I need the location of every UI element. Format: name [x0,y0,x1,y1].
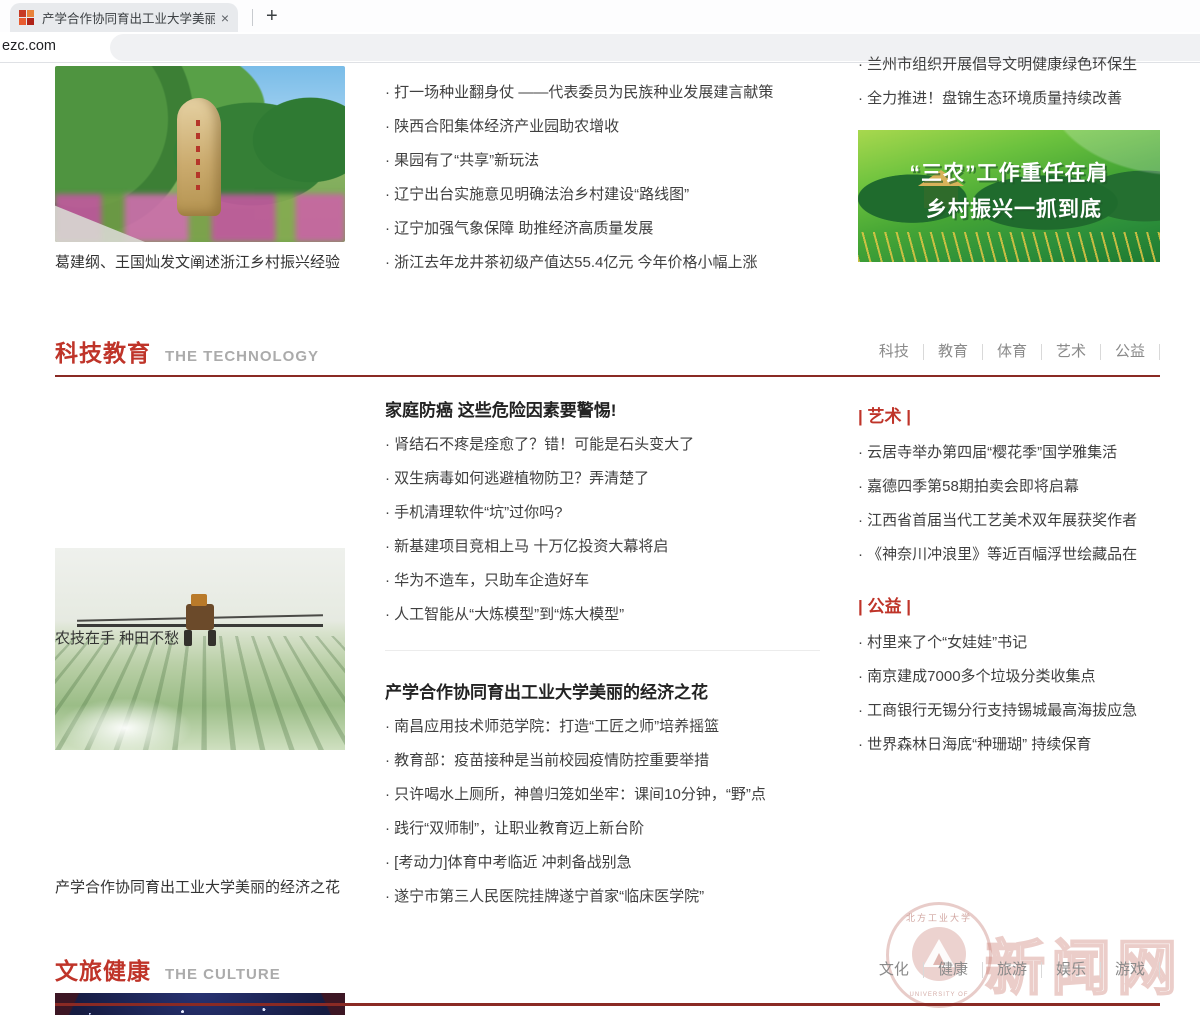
news-item[interactable]: 辽宁出台实施意见明确法治乡村建设“路线图” [385,184,820,205]
tech-news-list: 肾结石不疼是痊愈了？错！可能是石头变大了 双生病毒如何逃避植物防卫？弄清楚了 手… [385,434,820,638]
news-item[interactable]: 村里来了个“女娃娃”书记 [858,632,1160,653]
park-thumbnail-image[interactable] [55,66,345,242]
block-headline[interactable]: 产学合作协同育出工业大学美丽的经济之花 [385,678,820,703]
tab-separator [252,9,253,26]
nav-item-jiaoyu[interactable]: 教育 [924,344,983,360]
seal-text: 北方工业大学 [889,911,989,924]
rural-news-list: 打一场种业翻身仗 ——代表委员为民族种业发展建言献策 陕西合阳集体经济产业园助农… [385,82,820,286]
image-caption[interactable]: 农技在手 种田不愁 [55,626,345,651]
news-item[interactable]: 践行“双师制”，让职业教育迈上新台阶 [385,818,820,839]
news-item[interactable]: 遂宁市第三人民医院挂牌遂宁首家“临床医学院” [385,886,820,907]
seal-arc-text: UNIVERSITY OF [889,992,989,998]
news-item[interactable]: 南昌应用技术师范学院：打造“工匠之师”培养摇篮 [385,716,820,737]
nav-item-tiyu[interactable]: 体育 [983,344,1042,360]
nav-item-yishu[interactable]: 艺术 [1042,344,1101,360]
image-caption[interactable]: 葛建纲、王国灿发文阐述浙江乡村振兴经验 [55,250,345,275]
image-caption[interactable]: 产学合作协同育出工业大学美丽的经济之花 [55,875,345,900]
news-item[interactable]: 南京建成7000多个垃圾分类收集点 [858,666,1160,687]
tech-section-title[interactable]: 科技教育 [55,334,151,368]
banner-line1: “三农”工作重任在肩 [858,156,1160,192]
news-item[interactable]: 华为不造车，只助车企造好车 [385,570,820,591]
news-item[interactable]: 辽宁加强气象保障 助推经济高质量发展 [385,218,820,239]
address-url[interactable]: ezc.com [2,38,56,54]
university-seal-watermark: 北方工业大学 UNIVERSITY OF [886,902,992,1008]
nav-item-wenhua[interactable]: 文化 [865,962,924,978]
news-item[interactable]: 嘉德四季第58期拍卖会即将启幕 [858,476,1160,497]
nav-item-jiankang[interactable]: 健康 [924,962,983,978]
news-item[interactable]: 双生病毒如何逃避植物防卫？弄清楚了 [385,468,820,489]
tech-section-subtitle: THE TECHNOLOGY [165,348,319,365]
tech-section-nav: 科技 教育 体育 艺术 公益 [865,344,1160,360]
culture-section-header: 文旅健康 THE CULTURE [55,952,281,986]
nav-item-gongyi[interactable]: 公益 [1101,344,1160,360]
nav-item-youxi[interactable]: 游戏 [1101,962,1160,978]
page: 产学合作协同育出工业大学美丽 × + ezc.com 葛建纲、王国灿发文阐述浙江… [0,0,1200,1015]
news-item[interactable]: 全力推进！盘锦生态环境质量持续改善 [858,88,1160,109]
tab-title: 产学合作协同育出工业大学美丽 [42,8,215,27]
section-rule [55,375,1160,377]
banner-text: “三农”工作重任在肩 乡村振兴一抓到底 [858,156,1160,228]
news-item[interactable]: 浙江去年龙井茶初级产值达55.4亿元 今年价格小幅上涨 [385,252,820,273]
news-item[interactable]: 世界森林日海底“种珊瑚” 持续保育 [858,734,1160,755]
nav-item-yule[interactable]: 娱乐 [1042,962,1101,978]
tab-close-icon[interactable]: × [221,11,229,25]
culture-section-subtitle: THE CULTURE [165,966,281,983]
culture-section-nav: 文化 健康 旅游 娱乐 游戏 [865,962,1160,978]
news-item[interactable]: 江西省首届当代工艺美术双年展获奖作者 [858,510,1160,531]
nav-item-lvyou[interactable]: 旅游 [983,962,1042,978]
news-item[interactable]: 教育部：疫苗接种是当前校园疫情防控重要举措 [385,750,820,771]
site-favicon-icon [19,10,34,25]
edu-news-list: 南昌应用技术师范学院：打造“工匠之师”培养摇篮 教育部：疫苗接种是当前校园疫情防… [385,716,820,920]
block-divider [385,650,820,651]
charity-column-header[interactable]: 公益 [858,592,911,617]
charity-news-list: 村里来了个“女娃娃”书记 南京建成7000多个垃圾分类收集点 工商银行无锡分行支… [858,632,1160,768]
news-item[interactable]: 兰州市组织开展倡导文明健康绿色环保生 [858,54,1160,75]
art-news-list: 云居寺举办第四届“樱花季”国学雅集活 嘉德四季第58期拍卖会即将启幕 江西省首届… [858,442,1160,578]
news-item[interactable]: 打一场种业翻身仗 ——代表委员为民族种业发展建言献策 [385,82,820,103]
nav-item-keji[interactable]: 科技 [865,344,924,360]
sannong-banner[interactable]: “三农”工作重任在肩 乡村振兴一抓到底 [858,130,1160,262]
news-item[interactable]: 工商银行无锡分行支持锡城最高海拔应急 [858,700,1160,721]
news-item[interactable]: [考动力]体育中考临近 冲刺备战别急 [385,852,820,873]
news-item[interactable]: 只许喝水上厕所，神兽归笼如坐牢：课间10分钟，“野”点 [385,784,820,805]
news-item[interactable]: 云居寺举办第四届“樱花季”国学雅集活 [858,442,1160,463]
block-headline[interactable]: 家庭防癌 这些危险因素要警惕! [385,396,820,421]
section-rule [55,1003,1160,1006]
news-item[interactable]: 新基建项目竞相上马 十万亿投资大幕将启 [385,536,820,557]
new-tab-button[interactable]: + [266,2,278,30]
news-item[interactable]: 果园有了“共享”新玩法 [385,150,820,171]
news-item[interactable]: 人工智能从“大炼模型”到“炼大模型” [385,604,820,625]
stone-monument-shape [177,98,221,216]
news-item[interactable]: 肾结石不疼是痊愈了？错！可能是石头变大了 [385,434,820,455]
wheat-shape [858,232,1160,262]
news-item[interactable]: 《神奈川冲浪里》等近百幅浮世绘藏品在 [858,544,1160,565]
tech-section-header: 科技教育 THE TECHNOLOGY [55,334,319,368]
art-column-header[interactable]: 艺术 [858,402,911,427]
rural-right-news-list: 兰州市组织开展倡导文明健康绿色环保生 全力推进！盘锦生态环境质量持续改善 [858,54,1160,122]
culture-section-title[interactable]: 文旅健康 [55,952,151,986]
browser-tab[interactable]: 产学合作协同育出工业大学美丽 × [10,3,238,32]
banner-line2: 乡村振兴一抓到底 [858,192,1160,228]
browser-tab-strip: 产学合作协同育出工业大学美丽 × + [0,0,1200,32]
news-item[interactable]: 手机清理软件“坑”过你吗? [385,502,820,523]
news-item[interactable]: 陕西合阳集体经济产业园助农增收 [385,116,820,137]
